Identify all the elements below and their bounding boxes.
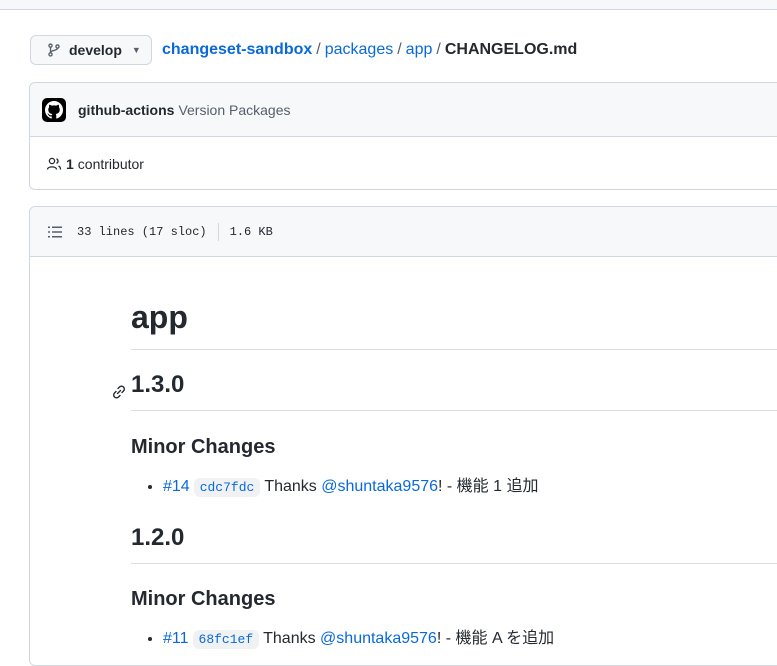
breadcrumb-repo-link[interactable]: changeset-sandbox: [162, 41, 312, 58]
breadcrumb-file: CHANGELOG.md: [444, 41, 578, 58]
people-icon: [46, 157, 62, 170]
pr-link[interactable]: #11: [163, 630, 189, 647]
pr-link[interactable]: #14: [163, 478, 190, 495]
list-item: #14cdc7fdcThanks @shuntaka9576! - 機能 1 追…: [163, 475, 538, 500]
commit-author-link[interactable]: github-actions: [78, 102, 174, 118]
list-item: #1168fc1efThanks @shuntaka9576! - 機能 A を…: [163, 627, 554, 652]
file-header: 33 lines (17 sloc) 1.6 KB: [30, 207, 777, 257]
commit-header: github-actions Version Packages: [30, 83, 777, 137]
contributors-row: 1 contributor: [30, 137, 777, 191]
commit-sha-link[interactable]: 68fc1ef: [192, 630, 260, 649]
version-text: 1.3.0: [131, 371, 185, 398]
commit-sha-link[interactable]: cdc7fdc: [193, 478, 261, 497]
avatar[interactable]: [42, 97, 66, 122]
contributor-count[interactable]: 1: [66, 156, 74, 172]
latest-commit-box: github-actions Version Packages 1 contri…: [29, 82, 777, 190]
git-branch-icon: [48, 43, 60, 57]
breadcrumb-separator: /: [436, 41, 441, 58]
version-heading: 1.2.0: [131, 523, 777, 564]
github-logo-icon: [45, 100, 63, 119]
branch-label: develop: [69, 42, 122, 58]
markdown-h1: app: [131, 297, 777, 350]
change-list: #1168fc1efThanks @shuntaka9576! - 機能 A を…: [131, 627, 554, 652]
divider: [217, 222, 219, 241]
breadcrumb-packages-link[interactable]: packages: [325, 41, 394, 58]
thanks-text: Thanks: [263, 630, 316, 647]
change-list: #14cdc7fdcThanks @shuntaka9576! - 機能 1 追…: [131, 475, 538, 500]
topbar: [0, 0, 777, 10]
file-lines-info: 33 lines (17 sloc): [77, 224, 207, 239]
thanks-text: Thanks: [264, 478, 317, 495]
breadcrumb: changeset-sandbox / packages / app / CHANGELOG…: [162, 40, 577, 60]
commit-message-link[interactable]: Version Packages: [178, 102, 290, 118]
user-mention-link[interactable]: @shuntaka9576: [321, 478, 438, 495]
breadcrumb-separator: /: [316, 41, 321, 58]
breadcrumb-separator: /: [397, 41, 402, 58]
version-heading: 1.3.0: [112, 370, 777, 411]
change-description: ! - 機能 1 追加: [438, 478, 539, 495]
user-mention-link[interactable]: @shuntaka9576: [320, 630, 437, 647]
list-icon[interactable]: [47, 224, 63, 240]
file-size-info: 1.6 KB: [229, 224, 273, 239]
change-description: ! - 機能 A を追加: [436, 630, 555, 647]
minor-changes-heading: Minor Changes: [131, 436, 276, 458]
branch-select-button[interactable]: develop ▼: [30, 35, 152, 65]
breadcrumb-app-link[interactable]: app: [406, 41, 433, 58]
minor-changes-heading: Minor Changes: [131, 588, 276, 610]
link-icon[interactable]: [111, 378, 127, 408]
contributor-label[interactable]: contributor: [78, 156, 144, 172]
caret-down-icon: ▼: [131, 45, 141, 55]
file-viewer: 33 lines (17 sloc) 1.6 KB app 1.3.0 Mino…: [29, 206, 777, 666]
